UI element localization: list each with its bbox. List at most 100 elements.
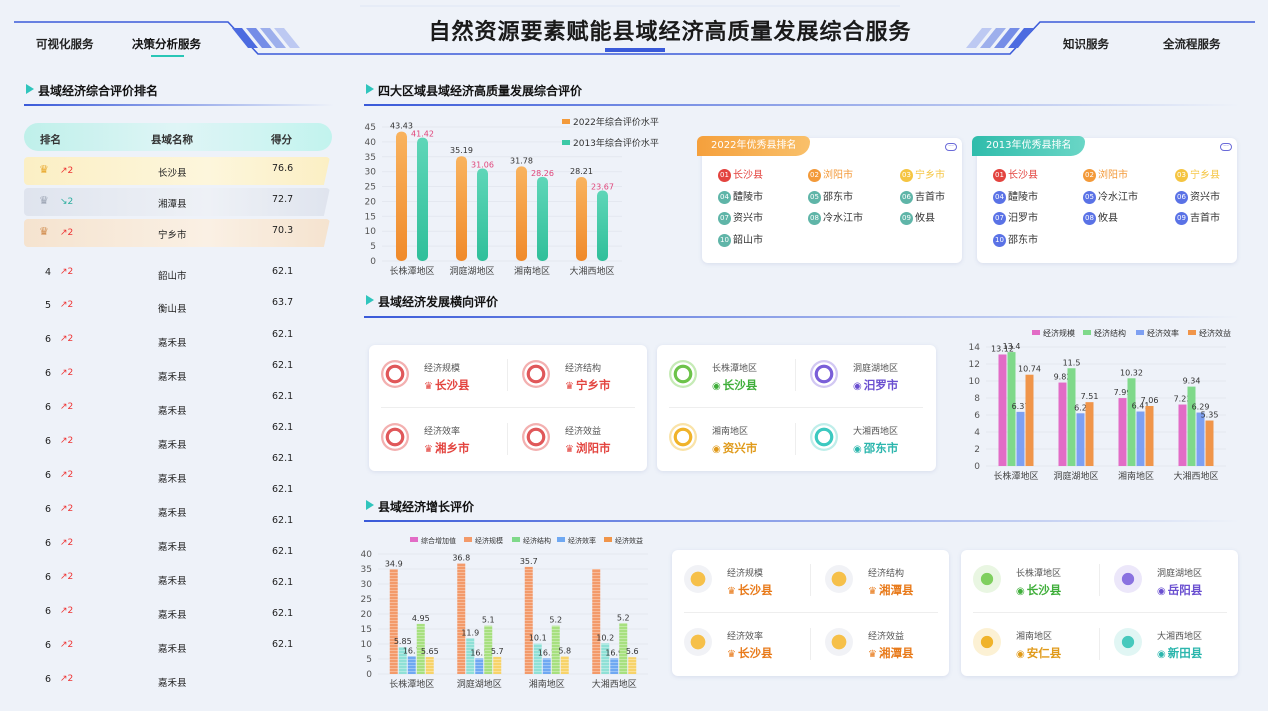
dimension-label: 长株潭地区: [1016, 569, 1062, 579]
county-name: 嘉禾县: [158, 474, 187, 485]
nav-full-process-service[interactable]: 全流程服务: [1163, 36, 1221, 52]
dimension-icon: [669, 423, 697, 451]
rank-change: ↗2: [60, 640, 74, 650]
dimension-icon: [684, 565, 712, 593]
bar-value-label: 34.9: [385, 559, 403, 568]
ranking-badge: 07: [993, 212, 1006, 225]
section-horizontal-eval-line: [364, 316, 1240, 318]
bar: [1025, 374, 1034, 466]
bar: [1076, 413, 1085, 466]
county-name: 嘉禾县: [158, 678, 187, 689]
bar-value-label: 5.6: [626, 647, 639, 656]
y-tick-label: 40: [365, 138, 377, 148]
bar: [628, 657, 637, 674]
rank-change: ↗2: [60, 674, 74, 684]
section-regional-eval-line: [364, 104, 1240, 106]
y-tick-label: 30: [365, 168, 377, 178]
bar: [396, 131, 407, 261]
rank-change-value: 2: [67, 334, 74, 344]
x-tick-label: 湘南地区: [529, 678, 565, 690]
y-tick-label: 12: [969, 360, 980, 370]
legend-label: 经济结构: [1094, 328, 1126, 338]
ranking-badge: 03: [900, 169, 913, 182]
rank-change: ↗2: [60, 166, 74, 176]
legend-label: 经济效率: [568, 536, 596, 545]
dimension-label: 长株潭地区: [712, 364, 758, 374]
dimension-label: 经济结构: [868, 569, 905, 579]
ranking-badge: 02: [808, 169, 821, 182]
ranking-badge: 09: [1175, 212, 1188, 225]
dimension-value: ♛ 湘潭县: [868, 582, 913, 598]
dimension-county: 长沙县: [1026, 583, 1062, 597]
y-tick-label: 0: [370, 257, 376, 267]
dimension-value: ◉ 安仁县: [1016, 645, 1061, 661]
rank-change-value: 2: [67, 538, 74, 548]
dimension-icon: [522, 360, 550, 388]
y-tick-label: 15: [365, 212, 376, 222]
more-icon[interactable]: ···: [1220, 143, 1232, 151]
rank-change-value: 2: [67, 674, 74, 684]
dimension-county: 资兴市: [722, 441, 758, 455]
bar: [1145, 405, 1154, 466]
county-name: 衡山县: [158, 304, 187, 315]
dimension-county: 湘潭县: [878, 646, 914, 660]
nav-visual-service[interactable]: 可视化服务: [36, 36, 94, 52]
bar: [1085, 402, 1094, 466]
rank-change: ↗2: [60, 368, 74, 378]
excellent-2022-tab: 2022年优秀县排名: [697, 136, 811, 156]
dimension-county: 汨罗市: [863, 378, 899, 392]
award-icon: ◉: [712, 381, 721, 392]
y-tick-label: 10: [969, 377, 981, 387]
ranking-county: 吉首市: [1190, 213, 1220, 224]
dimension-county: 邵东市: [863, 441, 899, 455]
section-regional-eval-title: 四大区域县域经济高质量发展综合评价: [365, 84, 583, 98]
bar: [1067, 368, 1076, 466]
section-horizontal-eval-title: 县域经济发展横向评价: [365, 295, 499, 309]
nav-knowledge-service[interactable]: 知识服务: [1063, 36, 1109, 52]
ranking-item: 03 宁乡县: [1175, 166, 1220, 182]
rank-change-value: 2: [67, 166, 74, 176]
bar-value-label: 10.74: [1018, 365, 1041, 374]
dimension-value: ♛ 长沙县: [727, 582, 772, 598]
ranking-row: 6 ↗2 嘉禾县 62.1: [24, 391, 330, 421]
legend-label: 2022年综合评价水平: [573, 116, 659, 128]
dimension-icon: [381, 360, 409, 388]
rank-change: ↗2: [60, 538, 74, 548]
bar: [610, 658, 619, 674]
bar: [493, 656, 502, 674]
bar-value-label: 28.26: [531, 169, 554, 178]
y-tick-label: 14: [969, 343, 981, 353]
y-tick-label: 25: [361, 595, 372, 605]
legend-label: 经济结构: [523, 536, 551, 545]
county-name: 嘉禾县: [158, 542, 187, 553]
rank-change-value: 2: [67, 640, 74, 650]
y-tick-label: 20: [361, 610, 373, 620]
bar-value-label: 43.43: [390, 122, 413, 131]
ranking-row: 6 ↗2 嘉禾县 62.1: [24, 422, 330, 455]
y-tick-label: 35: [361, 565, 372, 575]
legend-label: 经济规模: [1043, 328, 1075, 338]
county-score: 62.1: [272, 422, 294, 433]
ranking-county: 宁乡县: [1190, 170, 1220, 181]
bar: [457, 563, 466, 674]
ranking-county: 长沙县: [733, 170, 763, 181]
more-icon[interactable]: ···: [945, 143, 957, 151]
county-score: 76.6: [272, 163, 294, 174]
dimension-icon: [381, 423, 409, 451]
county-score: 70.3: [272, 225, 294, 236]
legend-swatch: [1136, 330, 1144, 335]
bar-value-label: 35.19: [450, 146, 473, 155]
dimension-value: ♛ 宁乡市: [565, 377, 610, 393]
ranking-badge: 10: [718, 234, 731, 247]
ranking-county: 浏阳市: [823, 170, 853, 181]
regional-eval-chart: 0 5 10 15 20 25 30 35 40 45 43.4341.42 长株潭地区 35.19 31…: [365, 116, 659, 277]
county-name: 长沙县: [158, 168, 187, 179]
nav-decision-service[interactable]: 决策分析服务: [132, 36, 201, 52]
ranking-item: 01 长沙县: [718, 166, 763, 182]
x-tick-label: 洞庭湖地区: [1053, 470, 1098, 482]
county-name: 嘉禾县: [158, 576, 187, 587]
ranking-title-line: [24, 104, 334, 106]
rank-change-value: 2: [67, 197, 74, 207]
ranking-county: 醴陵市: [733, 192, 763, 203]
y-tick-label: 4: [974, 428, 980, 438]
